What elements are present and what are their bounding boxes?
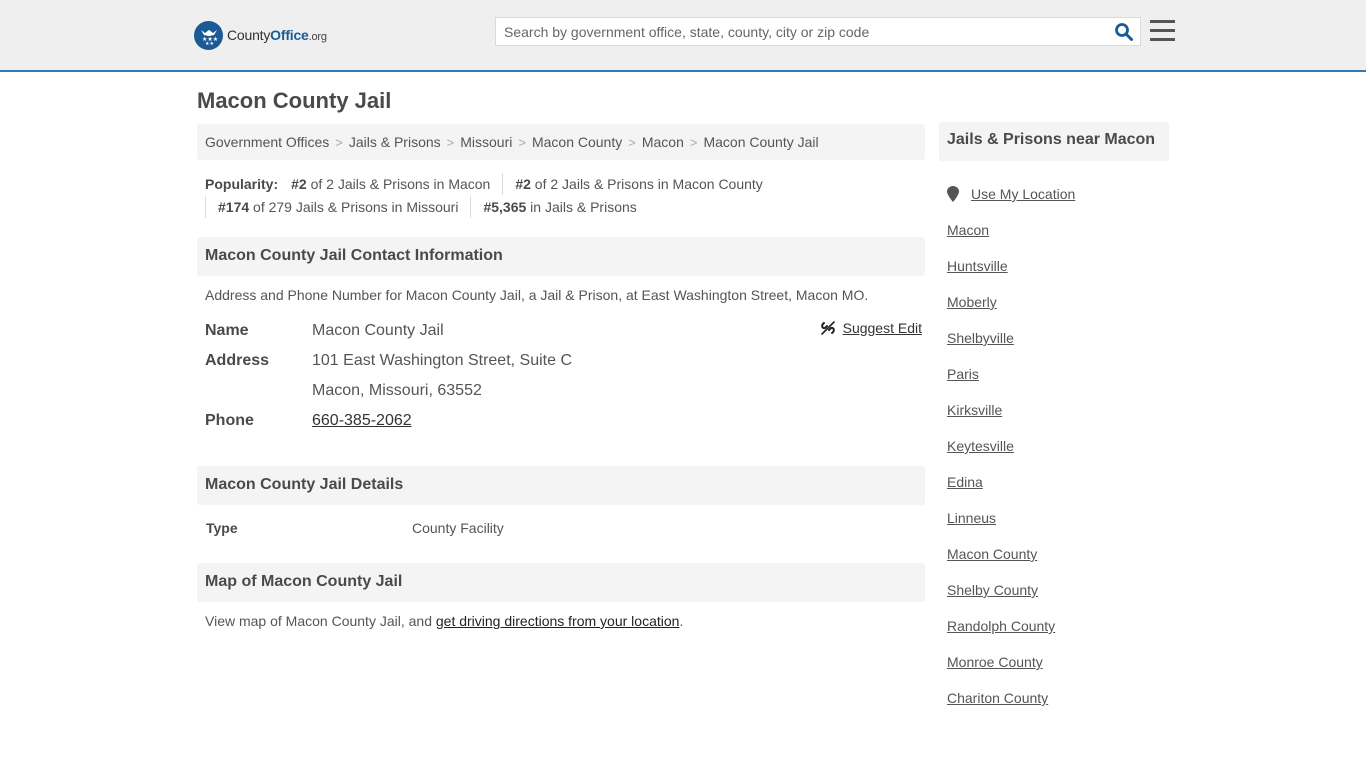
nearby-item: Macon — [947, 212, 1167, 248]
nearby-link-keytesville[interactable]: Keytesville — [947, 438, 1014, 454]
nearby-list: Use My Location Macon Huntsville Moberly… — [947, 176, 1167, 716]
search-bar — [495, 17, 1141, 46]
suggest-edit-button[interactable]: Suggest Edit — [820, 320, 922, 336]
contact-row-name: Name Macon County Jail — [205, 316, 925, 346]
address-line-1: 101 East Washington Street, Suite C — [312, 352, 572, 369]
nearby-item: Randolph County — [947, 608, 1167, 644]
popularity-row: #174 of 279 Jails & Prisons in Missouri … — [205, 195, 925, 218]
menu-bar — [1150, 29, 1175, 32]
contact-info-heading: Macon County Jail Contact Information — [197, 237, 925, 276]
breadcrumb-missouri[interactable]: Missouri — [460, 134, 512, 150]
type-label: Type — [206, 520, 238, 536]
menu-bar — [1150, 20, 1175, 23]
site-logo[interactable]: ★★★ ★★ CountyOffice.org — [194, 20, 327, 50]
nearby-link-kirksville[interactable]: Kirksville — [947, 402, 1002, 418]
search-icon — [1115, 23, 1133, 41]
broken-link-icon — [820, 321, 835, 335]
nearby-link-huntsville[interactable]: Huntsville — [947, 258, 1008, 274]
popularity-item: #2 of 2 Jails & Prisons in Macon County — [502, 172, 774, 195]
map-heading: Map of Macon County Jail — [197, 563, 925, 602]
map-description: View map of Macon County Jail, and get d… — [205, 613, 684, 629]
nearby-link-macon[interactable]: Macon — [947, 222, 989, 238]
menu-bar — [1150, 38, 1175, 41]
nearby-link-randolph-county[interactable]: Randolph County — [947, 618, 1055, 634]
nearby-item: Shelby County — [947, 572, 1167, 608]
nearby-link-paris[interactable]: Paris — [947, 366, 979, 382]
popularity-item: #2 of 2 Jails & Prisons in Macon — [291, 175, 491, 192]
contact-row-address-2: Macon, Missouri, 63552 — [205, 376, 925, 406]
contact-row-phone: Phone 660-385-2062 — [205, 406, 925, 436]
contact-description: Address and Phone Number for Macon Count… — [205, 287, 869, 303]
search-button[interactable] — [1114, 22, 1134, 42]
contact-row-address: Address 101 East Washington Street, Suit… — [205, 346, 925, 376]
nearby-item: Paris — [947, 356, 1167, 392]
breadcrumb-jails-prisons[interactable]: Jails & Prisons — [349, 134, 441, 150]
popularity-label: Popularity: — [205, 175, 279, 192]
nearby-item: Edina — [947, 464, 1167, 500]
svg-text:★★: ★★ — [205, 41, 214, 46]
popularity-item: #174 of 279 Jails & Prisons in Missouri — [205, 195, 470, 218]
nearby-link-linneus[interactable]: Linneus — [947, 510, 996, 526]
logo-wordmark: CountyOffice.org — [227, 27, 327, 43]
suggest-edit-link[interactable]: Suggest Edit — [843, 320, 922, 336]
nearby-link-shelby-county[interactable]: Shelby County — [947, 582, 1038, 598]
nearby-item: Shelbyville — [947, 320, 1167, 356]
nearby-item: Chariton County — [947, 680, 1167, 716]
popularity-item: #5,365 in Jails & Prisons — [470, 195, 648, 218]
breadcrumb-separator: > — [628, 135, 636, 150]
page-title: Macon County Jail — [197, 88, 392, 113]
breadcrumb-government-offices[interactable]: Government Offices — [205, 134, 329, 150]
popularity-row: Popularity: #2 of 2 Jails & Prisons in M… — [205, 172, 925, 195]
details-heading: Macon County Jail Details — [197, 466, 925, 505]
map-pin-icon — [947, 186, 959, 202]
breadcrumb-current: Macon County Jail — [703, 134, 819, 150]
nearby-item: Macon County — [947, 536, 1167, 572]
nearby-item: Keytesville — [947, 428, 1167, 464]
search-input[interactable] — [496, 18, 1106, 45]
driving-directions-link[interactable]: get driving directions from your locatio… — [436, 613, 680, 629]
contact-table: Suggest Edit Name Macon County Jail Addr… — [205, 316, 925, 436]
address-line-2: Macon, Missouri, 63552 — [312, 382, 482, 399]
breadcrumb-separator: > — [689, 135, 698, 150]
popularity-stats: Popularity: #2 of 2 Jails & Prisons in M… — [205, 172, 925, 218]
nearby-link-chariton-county[interactable]: Chariton County — [947, 690, 1048, 706]
breadcrumb-macon-county[interactable]: Macon County — [532, 134, 622, 150]
phone-label: Phone — [205, 412, 254, 429]
nearby-link-edina[interactable]: Edina — [947, 474, 983, 490]
breadcrumb: Government Offices > Jails & Prisons > Misso… — [197, 124, 925, 160]
name-label: Name — [205, 322, 249, 339]
sidebar-heading: Jails & Prisons near Macon — [939, 122, 1169, 161]
breadcrumb-separator: > — [335, 135, 343, 150]
breadcrumb-separator: > — [446, 135, 455, 150]
top-header: ★★★ ★★ CountyOffice.org — [0, 0, 1366, 72]
nearby-link-macon-county[interactable]: Macon County — [947, 546, 1037, 562]
use-my-location-link[interactable]: Use My Location — [971, 186, 1075, 202]
phone-link[interactable]: 660-385-2062 — [312, 412, 412, 429]
type-value: County Facility — [412, 520, 504, 536]
nearby-link-shelbyville[interactable]: Shelbyville — [947, 330, 1014, 346]
breadcrumb-macon[interactable]: Macon — [642, 134, 684, 150]
nearby-item: Monroe County — [947, 644, 1167, 680]
hamburger-menu-icon[interactable] — [1150, 20, 1175, 42]
address-label: Address — [205, 352, 270, 369]
use-my-location-item: Use My Location — [947, 176, 1167, 212]
nearby-item: Moberly — [947, 284, 1167, 320]
details-row-type: Type County Facility — [206, 520, 504, 536]
nearby-item: Kirksville — [947, 392, 1167, 428]
eagle-stars-logo-icon: ★★★ ★★ — [194, 20, 223, 50]
name-value: Macon County Jail — [312, 322, 444, 339]
nearby-item: Linneus — [947, 500, 1167, 536]
breadcrumb-separator: > — [518, 135, 526, 150]
nearby-link-moberly[interactable]: Moberly — [947, 294, 997, 310]
nearby-link-monroe-county[interactable]: Monroe County — [947, 654, 1043, 670]
nearby-item: Huntsville — [947, 248, 1167, 284]
